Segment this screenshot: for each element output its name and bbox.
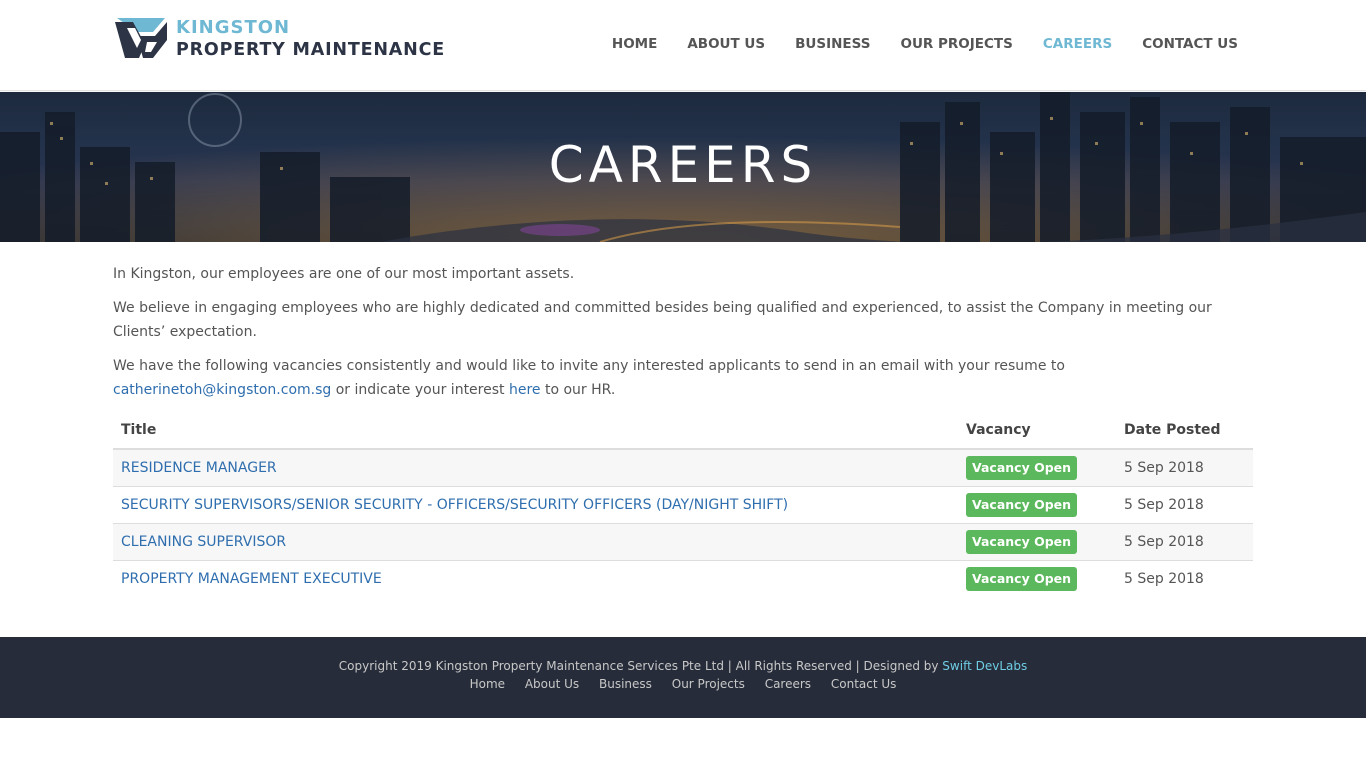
status-badge: Vacancy Open — [966, 492, 1078, 517]
nav-our-projects[interactable]: OUR PROJECTS — [900, 36, 1012, 52]
nav-careers[interactable]: CAREERS — [1043, 36, 1112, 52]
footer-link-careers[interactable]: Careers — [765, 677, 811, 691]
intro-paragraph-2: We believe in engaging employees who are… — [113, 300, 1212, 340]
column-header-vacancy: Vacancy — [958, 412, 1116, 450]
designer-link[interactable]: Swift DevLabs — [942, 659, 1027, 673]
email-link[interactable]: catherinetoh@kingston.com.sg — [113, 382, 331, 398]
intro-content: In Kingston, our employees are one of ou… — [113, 262, 1253, 412]
column-header-date-posted: Date Posted — [1116, 412, 1253, 450]
page-title: CAREERS — [548, 136, 818, 194]
table-row: SECURITY SUPERVISORS/SENIOR SECURITY - O… — [113, 486, 1253, 524]
main-nav: HOME ABOUT US BUSINESS OUR PROJECTS CARE… — [582, 36, 1238, 52]
vacancies-table: Title Vacancy Date Posted RESIDENCE MANA… — [113, 412, 1253, 597]
site-logo[interactable]: KINGSTON PROPERTY MAINTENANCE — [113, 14, 445, 64]
hero-banner: CAREERS — [0, 92, 1366, 242]
copyright-line: Copyright 2019 Kingston Property Mainten… — [338, 659, 1028, 673]
footer-links: Home About Us Business Our Projects Care… — [0, 675, 1366, 693]
table-row: RESIDENCE MANAGER Vacancy Open 5 Sep 201… — [113, 449, 1253, 487]
site-footer: Copyright 2019 Kingston Property Mainten… — [0, 637, 1366, 718]
job-title-link[interactable]: CLEANING SUPERVISOR — [121, 534, 286, 550]
nav-home[interactable]: HOME — [612, 36, 657, 52]
footer-link-about-us[interactable]: About Us — [525, 677, 579, 691]
date-posted: 5 Sep 2018 — [1124, 570, 1204, 587]
footer-link-our-projects[interactable]: Our Projects — [672, 677, 745, 691]
intro-paragraph-1: In Kingston, our employees are one of ou… — [113, 266, 575, 282]
nav-contact-us[interactable]: CONTACT US — [1142, 36, 1238, 52]
job-title-link[interactable]: RESIDENCE MANAGER — [121, 460, 277, 476]
footer-link-business[interactable]: Business — [599, 677, 652, 691]
table-header-row: Title Vacancy Date Posted — [113, 412, 1253, 450]
status-badge: Vacancy Open — [966, 455, 1078, 480]
column-header-title: Title — [113, 412, 958, 450]
brand-name-top: KINGSTON — [176, 17, 291, 38]
job-title-link[interactable]: SECURITY SUPERVISORS/SENIOR SECURITY - O… — [121, 497, 788, 513]
date-posted: 5 Sep 2018 — [1116, 486, 1253, 524]
footer-link-contact-us[interactable]: Contact Us — [831, 677, 897, 691]
job-title-link[interactable]: PROPERTY MANAGEMENT EXECUTIVE — [121, 571, 382, 587]
nav-about-us[interactable]: ABOUT US — [687, 36, 765, 52]
here-link[interactable]: here — [509, 382, 541, 398]
status-badge: Vacancy Open — [966, 566, 1078, 591]
status-badge: Vacancy Open — [966, 529, 1078, 554]
footer-link-home[interactable]: Home — [470, 677, 505, 691]
intro-paragraph-3: We have the following vacancies consiste… — [113, 358, 1065, 398]
table-row: CLEANING SUPERVISOR Vacancy Open 5 Sep 2… — [113, 523, 1253, 561]
kingston-logo-icon — [115, 18, 167, 58]
site-header: KINGSTON PROPERTY MAINTENANCE HOME ABOUT… — [0, 0, 1366, 91]
brand-name-bottom: PROPERTY MAINTENANCE — [176, 40, 445, 60]
date-posted: 5 Sep 2018 — [1116, 523, 1253, 561]
nav-business[interactable]: BUSINESS — [795, 36, 870, 52]
date-posted: 5 Sep 2018 — [1116, 449, 1253, 487]
table-row: PROPERTY MANAGEMENT EXECUTIVE Vacancy Op… — [113, 560, 1253, 597]
